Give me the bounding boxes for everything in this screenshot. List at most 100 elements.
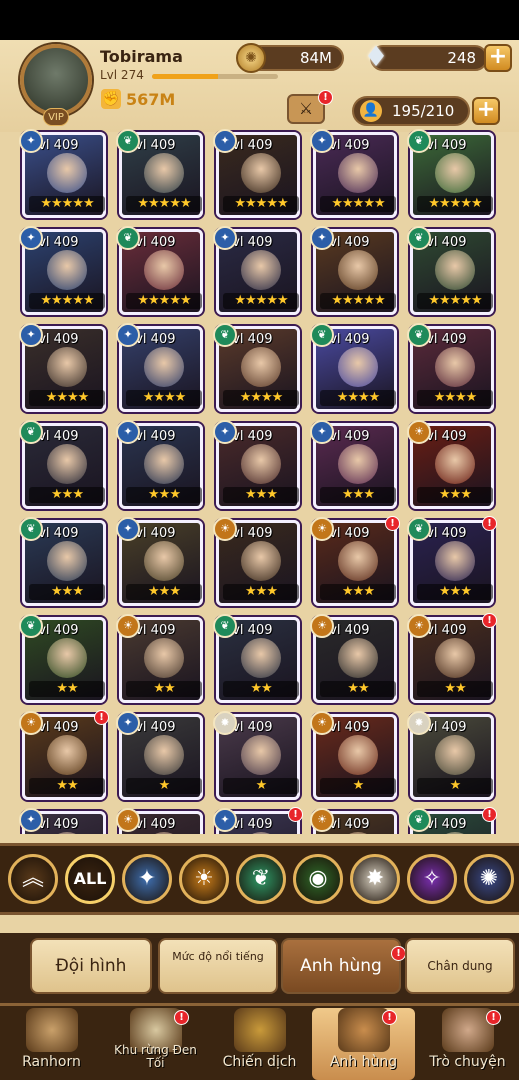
hero-card[interactable]: Lvl 409 ✦ [19, 808, 106, 834]
hero-stars: ★★★★★ [29, 196, 105, 212]
hero-portrait [241, 250, 281, 290]
mauler-faction-icon: ☀ [19, 711, 43, 735]
hero-portrait [241, 735, 281, 775]
hero-portrait [241, 444, 281, 484]
hero-stars: ★★★★ [320, 390, 396, 406]
hero-card[interactable]: Lvl 409 ☀ ★★ [310, 614, 397, 703]
hero-card[interactable]: Lvl 409 ✸ ★ [213, 711, 300, 800]
nav-dark-forest[interactable]: Khu rừng Đen Tối! [104, 1008, 207, 1080]
hero-card[interactable]: Lvl 409 ❦ ★★★★ [310, 323, 397, 412]
xp-bar-fill [152, 74, 218, 79]
tab-doi-hinh[interactable]: Đội hình [30, 938, 152, 994]
filter-lightbearer-button[interactable]: ✦ [122, 854, 172, 904]
hero-card[interactable]: Lvl 409 ✦ ★★★★ [19, 323, 106, 412]
hero-stars: ★★ [126, 681, 202, 697]
hero-portrait [435, 735, 475, 775]
player-power: 567M [126, 90, 176, 109]
hero-card[interactable]: Lvl 409 ☀ ★★ [116, 614, 203, 703]
hero-card[interactable]: Lvl 409 ✦ ★★★★★ [213, 129, 300, 218]
hero-stars: ★★★ [223, 584, 299, 600]
hero-card[interactable]: Lvl 409 ☀ ★★! [407, 613, 497, 703]
hero-card[interactable]: Lvl 409 ✦ ★★★ [116, 517, 203, 606]
hero-stars: ★★★ [417, 487, 493, 503]
tab-anh-hung[interactable]: Anh hùng! [281, 938, 406, 994]
hero-card[interactable]: Lvl 409 ✦ ★★★★★ [19, 129, 106, 218]
hero-card[interactable]: Lvl 409 ✦ ★★★ [310, 420, 397, 509]
collapse-filter-button[interactable]: ︽ [8, 854, 58, 904]
hero-card[interactable]: Lvl 409 ✸ ★ [407, 711, 494, 800]
hero-alert-badge: ! [482, 613, 497, 628]
hero-card[interactable]: Lvl 409 ❦ ★★★ [19, 420, 106, 509]
filter-celestial-button[interactable]: ✸ [350, 854, 400, 904]
hero-card[interactable]: Lvl 409 ☀ ★★★! [310, 516, 400, 606]
nav-chat[interactable]: Trò chuyện! [416, 1008, 519, 1080]
hero-card[interactable]: Lvl 409 ☀ ★ [310, 711, 397, 800]
hero-card[interactable]: Lvl 409 ❦ ★★★★ [213, 323, 300, 412]
tab-muc-do-noi-tieng[interactable]: Mức độ nổi tiếng [158, 938, 278, 994]
hero-stars: ★★★ [29, 487, 105, 503]
hero-portrait [144, 153, 184, 193]
lightbearer-faction-icon: ✦ [213, 226, 237, 250]
lightbearer-faction-icon: ✦ [19, 226, 43, 250]
hero-stars: ★★★★★ [29, 293, 105, 309]
hero-alert-badge: ! [482, 807, 497, 822]
hero-card[interactable]: Lvl 409 ❦ ★★★★★ [116, 129, 203, 218]
hero-card[interactable]: Lvl 409 ❦! [407, 807, 497, 834]
wilder-faction-icon: ❦ [407, 323, 431, 347]
hero-card[interactable]: Lvl 409 ❦ ★★★ [19, 517, 106, 606]
hero-card[interactable]: Lvl 409 ❦ ★★ [19, 614, 106, 703]
hero-stars: ★★ [223, 681, 299, 697]
hero-card[interactable]: Lvl 409 ❦ ★★★★★ [407, 129, 494, 218]
hero-stars: ★★★★ [417, 390, 493, 406]
hero-card[interactable]: Lvl 409 ❦ ★★ [213, 614, 300, 703]
hero-card[interactable]: Lvl 409 ❦ ★★★! [407, 516, 497, 606]
hero-card[interactable]: Lvl 409 ☀ [116, 808, 203, 834]
nav-label: Ranhorn [22, 1054, 81, 1070]
hero-card[interactable]: Lvl 409 ☀ ★★★ [213, 517, 300, 606]
add-gems-button[interactable]: + [484, 44, 512, 72]
nav-heroes[interactable]: Anh hùng! [312, 1008, 415, 1080]
hero-card[interactable]: Lvl 409 ✦ ★★★★ [116, 323, 203, 412]
hero-portrait [144, 541, 184, 581]
filter-hypogean-button[interactable]: ✧ [407, 854, 457, 904]
bottom-navigation: Ranhorn Khu rừng Đen Tối! Chiến dịch Anh hù… [0, 1003, 519, 1080]
hero-grid: Lvl 409 ✦ ★★★★★ Lvl 409 ❦ ★★★★★ Lvl 409 ✦ ★★★★★ L… [18, 128, 500, 834]
hero-card[interactable]: Lvl 409 ✦ ★★★★★ [19, 226, 106, 315]
hero-card[interactable]: Lvl 409 ✦! [213, 807, 303, 834]
hero-card[interactable]: Lvl 409 ✦ ★★★★★ [310, 129, 397, 218]
mauler-faction-icon: ☀ [213, 517, 237, 541]
hero-portrait [47, 638, 87, 678]
nav-alert-badge: ! [486, 1010, 501, 1025]
filter-mauler-button[interactable]: ☀ [179, 854, 229, 904]
hero-card[interactable]: Lvl 409 ✦ ★★★★★ [213, 226, 300, 315]
wilder-faction-icon: ❦ [19, 517, 43, 541]
hero-card[interactable]: Lvl 409 ☀ ★★! [19, 710, 109, 800]
hero-alert-badge: ! [288, 807, 303, 822]
hero-portrait [338, 347, 378, 387]
filter-wilder-button[interactable]: ❦ [236, 854, 286, 904]
hero-card[interactable]: Lvl 409 ✦ ★★★ [213, 420, 300, 509]
hero-stars: ★★★ [223, 487, 299, 503]
hero-card[interactable]: Lvl 409 ☀ ★★★ [407, 420, 494, 509]
nav-label: Khu rừng Đen Tối [114, 1043, 197, 1070]
nav-campaign[interactable]: Chiến dịch [208, 1008, 311, 1080]
hero-portrait [144, 444, 184, 484]
tab-chan-dung[interactable]: Chân dung [405, 938, 515, 994]
add-hero-slots-button[interactable]: + [472, 97, 500, 125]
hero-card[interactable]: Lvl 409 ✦ ★★★ [116, 420, 203, 509]
hero-card[interactable]: Lvl 409 ❦ ★★★★★ [407, 226, 494, 315]
hero-card[interactable]: Lvl 409 ❦ ★★★★ [407, 323, 494, 412]
hero-card[interactable]: Lvl 409 ☀ [310, 808, 397, 834]
hero-stars: ★★★★★ [223, 196, 299, 212]
hero-portrait [241, 541, 281, 581]
hero-portrait [435, 250, 475, 290]
filter-graveborn-button[interactable]: ◉ [293, 854, 343, 904]
player-avatar[interactable] [20, 44, 92, 116]
hero-card[interactable]: Lvl 409 ✦ ★ [116, 711, 203, 800]
hero-card[interactable]: Lvl 409 ❦ ★★★★★ [116, 226, 203, 315]
hero-card[interactable]: Lvl 409 ✦ ★★★★★ [310, 226, 397, 315]
filter-all-button[interactable]: ALL [65, 854, 115, 904]
nav-ranhorn[interactable]: Ranhorn [0, 1008, 103, 1080]
filter-dimensional-button[interactable]: ✺ [464, 854, 514, 904]
lightbearer-faction-icon: ✦ [213, 808, 237, 832]
